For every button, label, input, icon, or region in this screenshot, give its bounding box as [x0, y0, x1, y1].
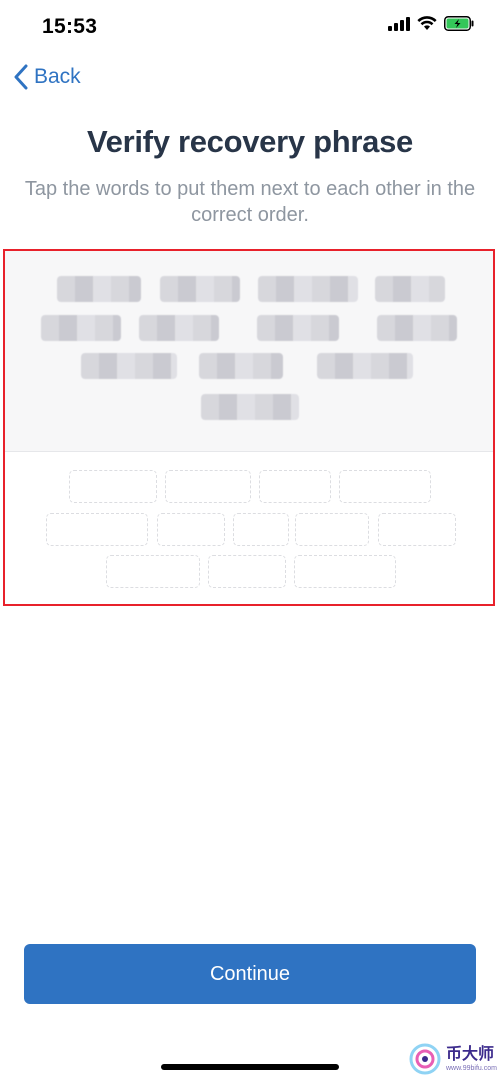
word-chip[interactable]: [257, 315, 339, 341]
continue-button[interactable]: Continue: [24, 944, 476, 1004]
answer-slot[interactable]: [259, 470, 331, 503]
answer-slot[interactable]: [157, 513, 225, 546]
chevron-left-icon: [14, 64, 28, 90]
answer-slot[interactable]: [294, 555, 396, 588]
word-chip[interactable]: [375, 276, 445, 302]
page-title: Verify recovery phrase: [87, 124, 413, 159]
status-icons: [388, 16, 474, 31]
answer-slot[interactable]: [46, 513, 148, 546]
answer-slot[interactable]: [339, 470, 431, 503]
word-chip[interactable]: [258, 276, 358, 302]
phrase-verification-area: [3, 249, 495, 606]
word-chip[interactable]: [57, 276, 141, 302]
watermark: 币大师 www.99bifu.com: [408, 1036, 500, 1082]
word-chip[interactable]: [199, 353, 283, 379]
word-chip[interactable]: [81, 353, 177, 379]
watermark-main: 币大师: [446, 1045, 495, 1063]
watermark-text: 币大师 www.99bifu.com: [446, 1045, 497, 1072]
answer-slot[interactable]: [208, 555, 286, 588]
word-chip[interactable]: [201, 394, 299, 420]
word-chip[interactable]: [160, 276, 240, 302]
answer-slot[interactable]: [165, 470, 251, 503]
watermark-logo-icon: [409, 1043, 441, 1075]
answer-slot[interactable]: [106, 555, 200, 588]
wifi-icon: [417, 16, 437, 30]
answer-slot[interactable]: [295, 513, 369, 546]
word-chip[interactable]: [139, 315, 219, 341]
status-time: 15:53: [42, 15, 98, 38]
status-bar: 15:53: [0, 0, 500, 52]
cellular-signal-icon: [388, 16, 410, 31]
battery-charging-icon: [444, 16, 474, 31]
word-chip[interactable]: [377, 315, 457, 341]
answer-slot[interactable]: [378, 513, 456, 546]
home-indicator: [161, 1064, 339, 1070]
answer-slot[interactable]: [69, 470, 157, 503]
watermark-url: www.99bifu.com: [446, 1064, 497, 1072]
page-subtitle: Tap the words to put them next to each o…: [24, 178, 476, 226]
answer-slot[interactable]: [233, 513, 289, 546]
word-chip[interactable]: [41, 315, 121, 341]
back-button-label: Back: [34, 65, 81, 88]
back-button[interactable]: Back: [14, 64, 81, 90]
word-chip[interactable]: [317, 353, 413, 379]
word-pool: [5, 251, 493, 452]
